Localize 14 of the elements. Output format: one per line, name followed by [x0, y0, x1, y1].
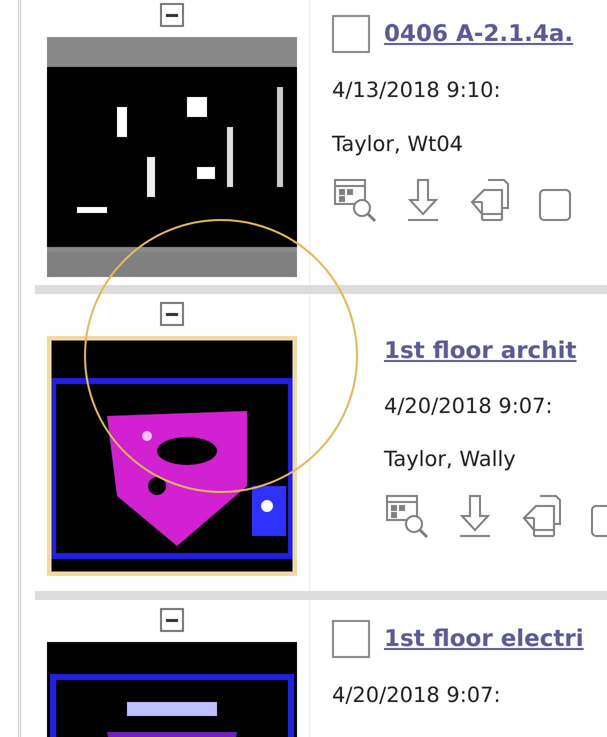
date-text: 4/20/2018 9:07: — [384, 392, 554, 420]
author-text: Taylor, Wally — [384, 446, 517, 473]
checkbox[interactable] — [332, 620, 370, 658]
collapse-toggle[interactable] — [160, 3, 184, 27]
document-link[interactable]: 0406 A-2.1.4a. — [384, 16, 574, 52]
checkbox[interactable] — [332, 15, 370, 53]
date-text: 4/20/2018 9:07: — [332, 682, 502, 709]
document-link[interactable]: 1st floor archit — [384, 334, 576, 368]
document-link[interactable]: 1st floor electri — [384, 622, 584, 656]
collapse-toggle[interactable] — [160, 608, 184, 632]
author-text: Taylor, Wt04 — [332, 130, 464, 158]
preview-icon[interactable] — [332, 176, 378, 222]
date-text: 4/13/2018 9:10: — [332, 77, 502, 104]
collapse-toggle[interactable] — [160, 302, 184, 326]
